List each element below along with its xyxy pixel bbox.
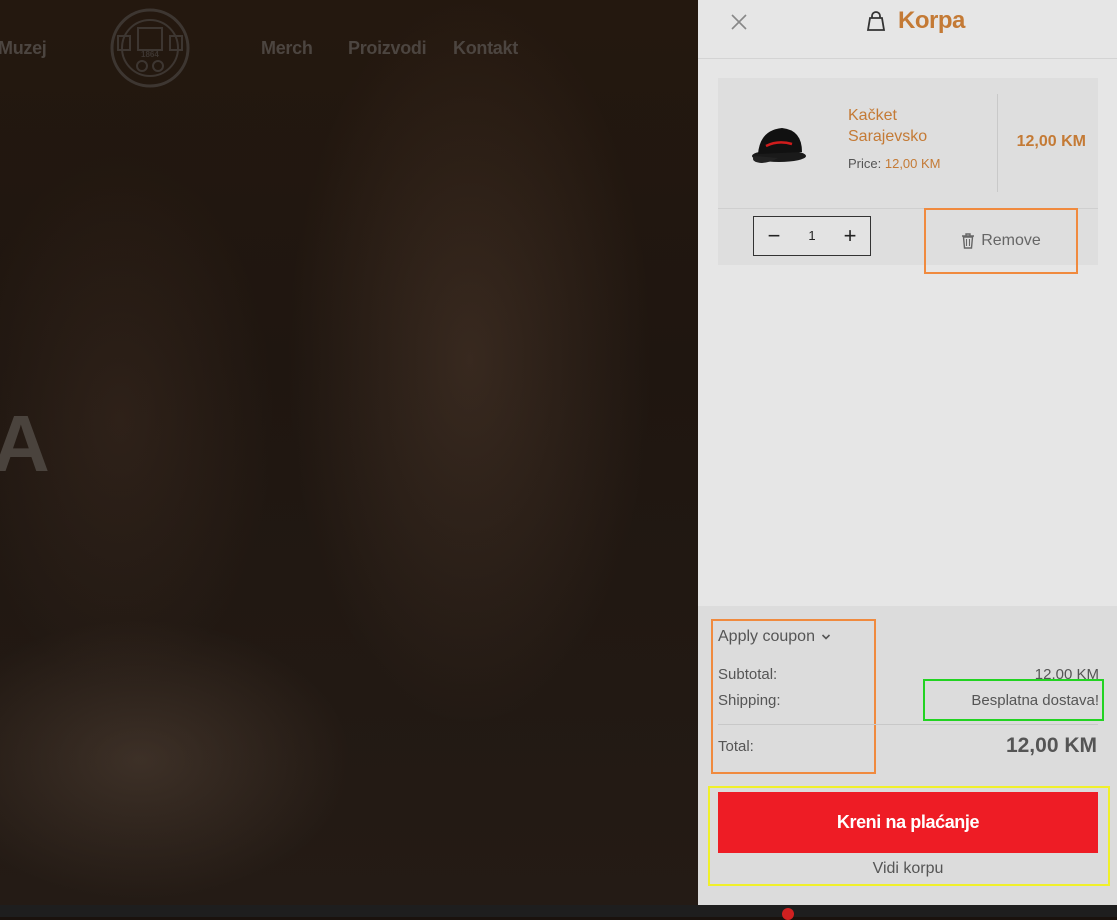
apply-coupon-toggle[interactable]: Apply coupon xyxy=(718,628,831,646)
close-icon[interactable] xyxy=(730,13,748,31)
price-value: 12,00 KM xyxy=(884,156,941,171)
cart-title: Korpa xyxy=(898,7,965,34)
cart-totals: Apply coupon Subtotal: 12,00 KM Shipping… xyxy=(698,606,1117,905)
cart-item: Kačket Sarajevsko Price: 12,00 KM 12,00 … xyxy=(718,78,1098,274)
cart-header: Korpa xyxy=(698,0,1117,59)
nav-item-kontakt[interactable]: Kontakt xyxy=(453,38,518,59)
nav-item-merch[interactable]: Merch xyxy=(261,38,313,59)
total-label: Total: xyxy=(718,738,754,755)
product-unit-price: Price: 12,00 KM xyxy=(848,156,941,171)
cart-drawer: Korpa Kačket Sarajevsko Price: 12,00 KM … xyxy=(698,0,1117,905)
checkout-button[interactable]: Kreni na plaćanje xyxy=(718,792,1098,853)
remove-item-button[interactable]: Remove xyxy=(924,208,1078,274)
totals-divider xyxy=(718,724,1098,725)
line-total: 12,00 KM xyxy=(1016,133,1086,150)
logo-year: 1864 xyxy=(141,50,159,59)
notification-badge-icon[interactable] xyxy=(782,908,794,920)
item-divider xyxy=(997,94,998,192)
remove-label: Remove xyxy=(981,232,1041,249)
hero-background: Muzej 1864 Merch Proizvodi Kontakt A xyxy=(0,0,698,905)
nav-item-muzej[interactable]: Muzej xyxy=(0,38,47,59)
nav-item-proizvodi[interactable]: Proizvodi xyxy=(348,38,427,59)
price-label: Price: xyxy=(848,156,882,171)
product-name-link[interactable]: Kačket Sarajevsko xyxy=(848,105,968,147)
quantity-stepper: − 1 + xyxy=(753,216,871,256)
shipping-label: Shipping: xyxy=(718,692,781,709)
quantity-value[interactable]: 1 xyxy=(794,217,830,255)
brewery-logo[interactable]: 1864 xyxy=(108,6,192,90)
shopping-bag-icon xyxy=(866,11,886,31)
quantity-decrease-button[interactable]: − xyxy=(754,217,794,255)
product-image-cap[interactable] xyxy=(748,118,810,170)
chevron-down-icon xyxy=(821,634,831,640)
logo-emblem-icon xyxy=(110,8,190,88)
subtotal-label: Subtotal: xyxy=(718,666,778,683)
apply-coupon-label: Apply coupon xyxy=(718,628,815,645)
hero-heading-fragment: A xyxy=(0,399,50,488)
view-cart-link[interactable]: Vidi korpu xyxy=(718,860,1098,878)
trash-icon xyxy=(962,233,975,249)
taskbar-strip xyxy=(0,905,1117,920)
total-value: 12,00 KM xyxy=(1005,734,1097,757)
quantity-increase-button[interactable]: + xyxy=(830,217,870,255)
shipping-value: Besplatna dostava! xyxy=(971,692,1099,709)
